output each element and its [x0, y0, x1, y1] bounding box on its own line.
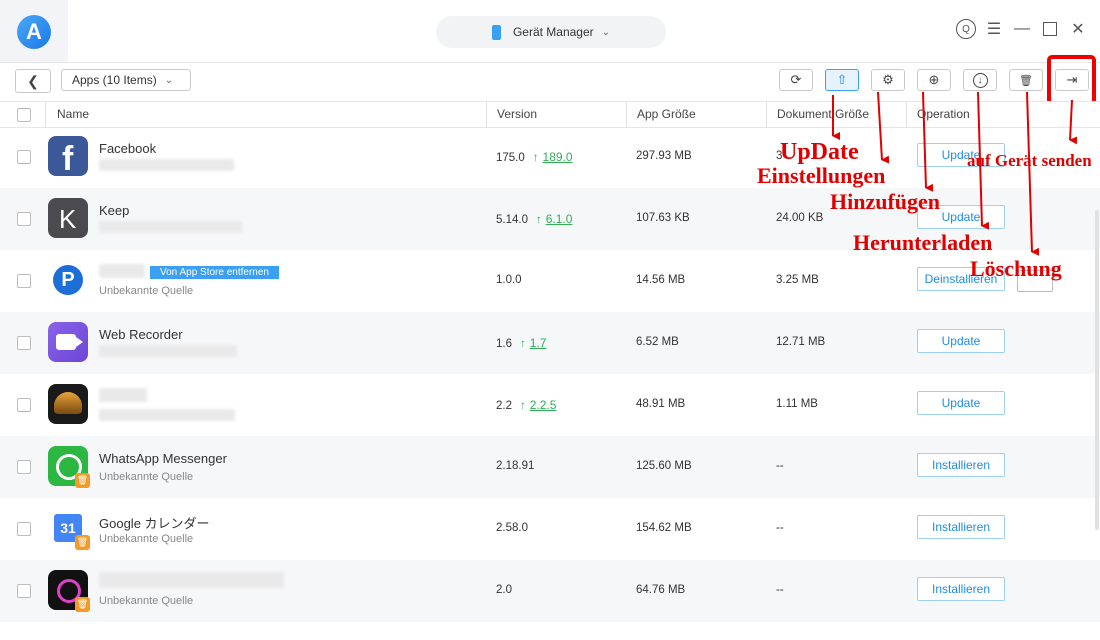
annotation-send: auf Gerät senden [967, 151, 1092, 170]
annotation-settings: Einstellungen [757, 163, 886, 188]
annotation-update: UpDate [780, 139, 859, 165]
arrow-delete [1026, 91, 1040, 256]
arrow-settings [877, 91, 890, 164]
annotation-download: Herunterladen [853, 230, 993, 255]
arrow-add [922, 91, 934, 192]
annotation-arrows [832, 91, 1078, 256]
annotation-add: Hinzufügen [830, 189, 941, 214]
arrow-send [1069, 99, 1078, 145]
annotation-delete: Löschung [970, 256, 1062, 281]
